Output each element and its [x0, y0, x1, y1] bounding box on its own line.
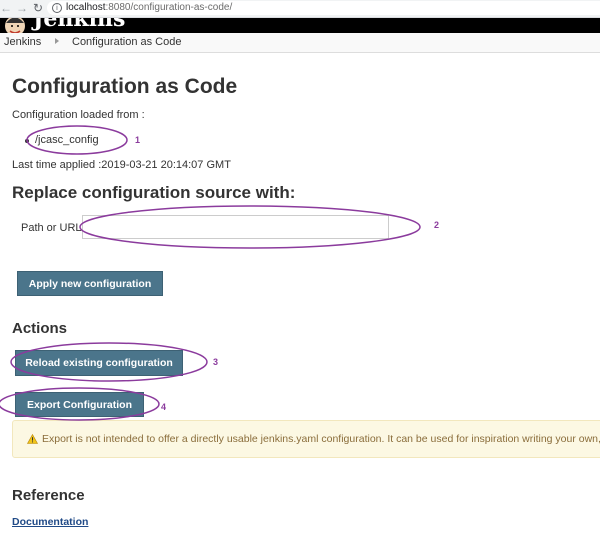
- annotation-label-2: 2: [434, 220, 440, 230]
- url-host: localhost: [66, 2, 106, 13]
- annotation-label-1: 1: [135, 135, 141, 145]
- page-title: Configuration as Code: [12, 75, 238, 98]
- bullet-icon: [25, 139, 29, 143]
- annotation-label-3: 3: [213, 357, 219, 367]
- url-text: localhost:8080/configuration-as-code/: [66, 2, 232, 14]
- jenkins-header: Jenkins: [0, 18, 600, 33]
- breadcrumb-jenkins[interactable]: Jenkins: [4, 36, 41, 49]
- loaded-from-label: Configuration loaded from :: [12, 109, 145, 121]
- export-warning: Export is not intended to offer a direct…: [12, 420, 600, 458]
- apply-new-configuration-button[interactable]: Apply new configuration: [17, 271, 163, 296]
- url-path: :8080/configuration-as-code/: [105, 2, 233, 13]
- forward-arrow-icon[interactable]: →: [16, 1, 28, 15]
- config-source-path: /jcasc_config: [35, 134, 99, 146]
- reload-configuration-button[interactable]: Reload existing configuration: [15, 350, 183, 376]
- last-applied-text: Last time applied :2019-03-21 20:14:07 G…: [12, 159, 231, 171]
- config-source-item: /jcasc_config: [25, 134, 99, 147]
- browser-toolbar: ← → ↻ i localhost:8080/configuration-as-…: [0, 0, 600, 18]
- breadcrumb-configuration-as-code[interactable]: Configuration as Code: [72, 36, 181, 49]
- warning-text: Export is not intended to offer a direct…: [42, 433, 600, 445]
- annotation-label-4: 4: [161, 402, 167, 412]
- replace-source-heading: Replace configuration source with:: [12, 183, 296, 202]
- reference-heading: Reference: [12, 487, 85, 504]
- documentation-link[interactable]: Documentation: [12, 516, 88, 529]
- reload-icon[interactable]: ↻: [33, 1, 43, 15]
- jenkins-butler-icon[interactable]: [3, 18, 27, 33]
- export-configuration-button[interactable]: Export Configuration: [15, 392, 144, 417]
- info-icon[interactable]: i: [52, 3, 62, 13]
- path-or-url-input[interactable]: [82, 215, 389, 239]
- breadcrumb: Jenkins Configuration as Code: [0, 33, 600, 53]
- jenkins-wordmark[interactable]: Jenkins: [33, 18, 125, 30]
- back-arrow-icon[interactable]: ←: [0, 1, 12, 15]
- breadcrumb-separator-icon[interactable]: [55, 38, 59, 44]
- address-bar[interactable]: i localhost:8080/configuration-as-code/: [47, 1, 600, 15]
- actions-heading: Actions: [12, 320, 68, 337]
- path-or-url-label: Path or URL: [21, 222, 82, 234]
- warning-icon: [27, 434, 38, 444]
